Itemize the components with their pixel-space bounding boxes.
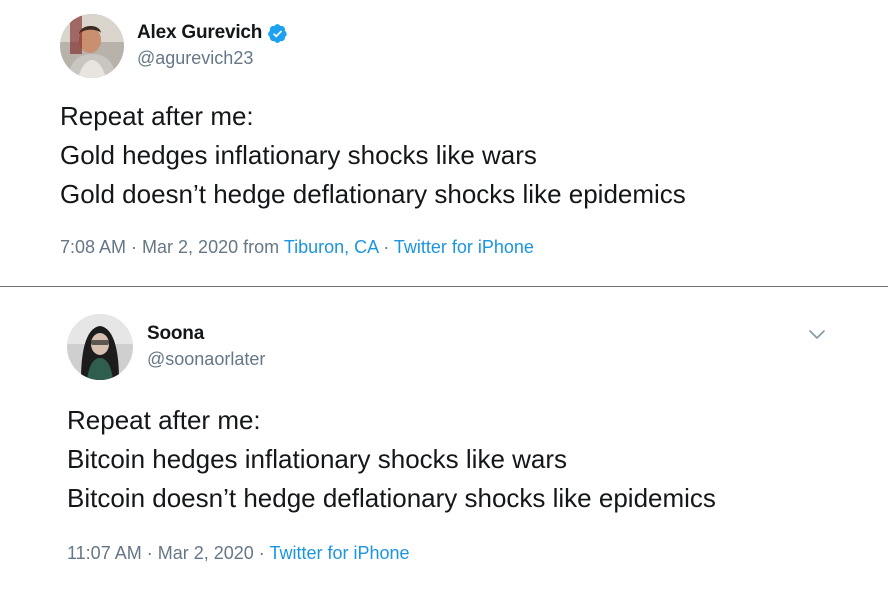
source-link[interactable]: Twitter for iPhone (394, 237, 534, 257)
from-label: from (243, 237, 280, 257)
tweet-date[interactable]: Mar 2, 2020 (142, 237, 238, 257)
tweet-text-line: Repeat after me: (67, 405, 261, 435)
tweet-text-line: Bitcoin hedges inflationary shocks like … (67, 444, 568, 474)
tweet-gurevich: Alex Gurevich @agurevich23 Repeat after … (0, 0, 888, 286)
chevron-down-icon[interactable] (806, 323, 828, 345)
tweet-text-line: Bitcoin doesn’t hedge deflationary shock… (67, 483, 716, 513)
avatar-soona[interactable] (67, 314, 133, 380)
source-link[interactable]: Twitter for iPhone (269, 543, 409, 563)
tweet-metadata: 11:07 AM · Mar 2, 2020 · Twitter for iPh… (67, 543, 410, 564)
tweet-timestamp[interactable]: 11:07 AM (67, 543, 142, 563)
separator-dot: · (126, 237, 143, 257)
tweet-text-line: Gold doesn’t hedge deflationary shocks l… (60, 179, 686, 209)
profile-photo-icon (67, 314, 133, 380)
author-handle[interactable]: @soonaorlater (147, 349, 265, 370)
tweet-metadata: 7:08 AM · Mar 2, 2020 from Tiburon, CA ·… (60, 237, 534, 258)
tweet-date[interactable]: Mar 2, 2020 (158, 543, 254, 563)
separator-dot: · (378, 237, 394, 257)
location-link[interactable]: Tiburon, CA (284, 237, 378, 257)
separator-dot: · (253, 543, 270, 563)
profile-photo-icon (60, 14, 124, 78)
verified-badge-icon (268, 23, 287, 43)
tweet-text: Repeat after me: Bitcoin hedges inflatio… (67, 401, 716, 518)
author-name-row: Alex Gurevich (137, 22, 288, 44)
tweet-text: Repeat after me: Gold hedges inflationar… (60, 97, 686, 214)
tweet-text-line: Repeat after me: (60, 101, 254, 131)
tweet-soona: Soona @soonaorlater Repeat after me: Bit… (0, 287, 888, 608)
author-handle[interactable]: @agurevich23 (137, 48, 253, 69)
separator-dot: · (141, 543, 158, 563)
tweet-timestamp[interactable]: 7:08 AM (60, 237, 126, 257)
author-display-name[interactable]: Soona (147, 323, 204, 345)
author-display-name[interactable]: Alex Gurevich (137, 22, 262, 44)
avatar-alex-gurevich[interactable] (60, 14, 124, 78)
tweet-text-line: Gold hedges inflationary shocks like war… (60, 140, 537, 170)
author-name-row: Soona (147, 323, 204, 345)
